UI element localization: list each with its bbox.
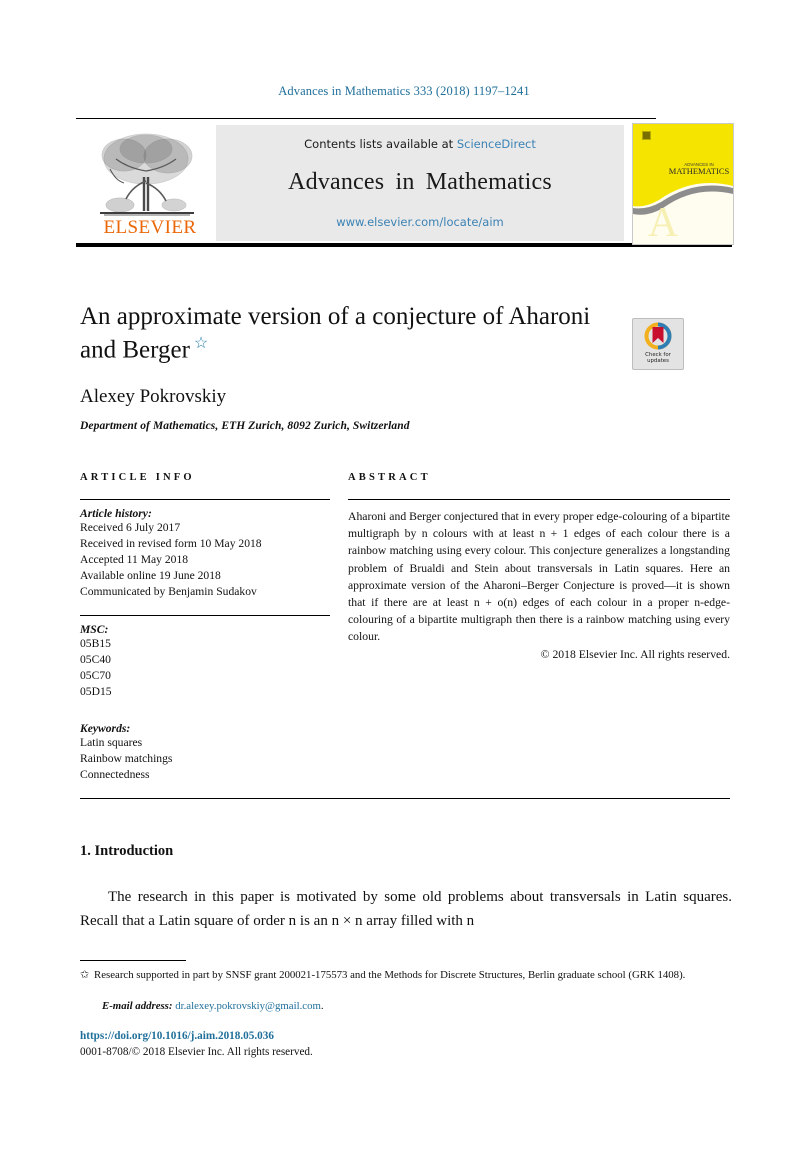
page-title: An approximate version of a conjecture o…	[80, 300, 620, 366]
article-info-rule-2	[80, 615, 330, 617]
history-item: Received in revised form 10 May 2018	[80, 536, 262, 550]
history-item: Accepted 11 May 2018	[80, 552, 189, 566]
paper-page: Advances in Mathematics 333 (2018) 1197–…	[0, 0, 808, 1162]
footnote-email: E-mail address: dr.alexey.pokrovskiy@gma…	[80, 1000, 732, 1012]
contents-available-line: Contents lists available at ScienceDirec…	[216, 137, 624, 151]
journal-cover-thumbnail: ADVANCES IN MATHEMATICS A	[632, 123, 734, 246]
keyword-item: Connectedness	[80, 767, 150, 781]
section-heading-introduction: 1. Introduction	[80, 843, 174, 859]
keyword-item: Rainbow matchings	[80, 751, 173, 765]
elsevier-logo: ELSEVIER	[90, 125, 208, 241]
crossmark-badge[interactable]: Check for updates	[632, 318, 684, 370]
msc-code: 05B15	[80, 637, 111, 651]
keyword-item: Latin squares	[80, 735, 143, 749]
running-head: Advances in Mathematics 333 (2018) 1197–…	[278, 84, 530, 98]
crossmark-label-line1: Check for	[645, 351, 671, 358]
msc-group: MSC: 05B15 05C40 05C70 05D15	[80, 623, 330, 700]
email-link[interactable]: dr.alexey.pokrovskiy@gmail.com	[175, 1000, 321, 1012]
abstract-rule	[348, 499, 730, 500]
article-history-group: Article history: Received 6 July 2017 Re…	[80, 507, 330, 599]
article-info-rule-1	[80, 499, 330, 500]
email-label: E-mail address:	[102, 1000, 173, 1012]
keywords-label: Keywords:	[80, 721, 131, 735]
journal-title: Advances in Mathematics	[288, 169, 552, 196]
abstract-copyright: © 2018 Elsevier Inc. All rights reserved…	[540, 647, 730, 661]
footnote-funding-text: Research supported in part by SNSF grant…	[94, 969, 686, 981]
abstract-column: ABSTRACT Aharoni and Berger conjectured …	[348, 472, 730, 661]
elsevier-wordmark: ELSEVIER	[103, 217, 197, 239]
abstract-text: Aharoni and Berger conjectured that in e…	[348, 510, 730, 644]
contents-prefix-text: Contents lists available at	[304, 137, 457, 152]
msc-label: MSC:	[80, 623, 109, 637]
doi-link[interactable]: https://doi.org/10.1016/j.aim.2018.05.03…	[80, 1030, 274, 1042]
info-block-bottom-rule	[80, 798, 730, 799]
crossmark-logo-icon	[644, 322, 672, 350]
article-history-label: Article history:	[80, 507, 152, 520]
keywords-group: Keywords: Latin squares Rainbow matching…	[80, 722, 330, 783]
email-period: .	[320, 1000, 324, 1012]
author-name: Alexey Pokrovskiy	[80, 386, 227, 407]
sciencedirect-link[interactable]: ScienceDirect	[457, 137, 536, 151]
article-info-heading: ARTICLE INFO	[80, 472, 195, 483]
journal-url-link[interactable]: www.elsevier.com/locate/aim	[216, 215, 624, 229]
history-item: Received 6 July 2017	[80, 521, 181, 534]
journal-banner: Contents lists available at ScienceDirec…	[216, 125, 624, 242]
crossmark-label: Check for updates	[633, 352, 683, 366]
svg-text:A: A	[648, 200, 679, 244]
abstract-heading: ABSTRACT	[348, 472, 431, 483]
footnote-funding: ✩ Research supported in part by SNSF gran…	[80, 968, 732, 983]
issn-copyright: 0001-8708/© 2018 Elsevier Inc. All right…	[80, 1046, 313, 1058]
svg-text:MATHEMATICS: MATHEMATICS	[669, 166, 730, 176]
msc-code: 05D15	[80, 685, 112, 698]
body-paragraph: The research in this paper is motivated …	[80, 889, 732, 930]
footnote-separator-rule	[80, 960, 186, 961]
journal-cover-art: ADVANCES IN MATHEMATICS A	[633, 124, 733, 245]
history-item: Available online 19 June 2018	[80, 568, 221, 582]
article-info-column: ARTICLE INFO Article history: Received 6…	[80, 472, 330, 785]
msc-code: 05C70	[80, 669, 111, 683]
footnote-star-icon: ✩	[80, 969, 90, 981]
msc-code: 05C40	[80, 653, 111, 667]
journal-masthead: ELSEVIER Contents lists available at Sci…	[76, 118, 734, 248]
article-title-text: An approximate version of a conjecture o…	[80, 303, 591, 364]
title-footnote-star-icon[interactable]: ☆	[194, 335, 208, 352]
history-item: Communicated by Benjamin Sudakov	[80, 584, 257, 598]
author-affiliation: Department of Mathematics, ETH Zurich, 8…	[80, 420, 410, 432]
crossmark-label-line2: updates	[647, 358, 669, 365]
masthead-body: ELSEVIER Contents lists available at Sci…	[76, 119, 734, 246]
